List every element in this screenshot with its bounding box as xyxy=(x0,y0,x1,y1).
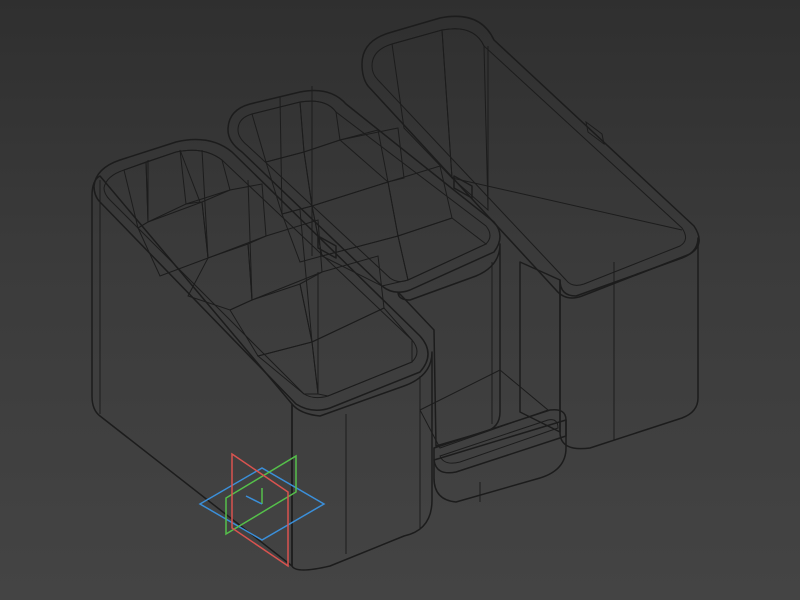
middle-cavity xyxy=(237,100,491,283)
3d-viewport[interactable] xyxy=(0,0,800,600)
axis-gizmo xyxy=(198,452,326,568)
left-organizer[interactable] xyxy=(91,138,433,571)
tray-back-wall xyxy=(419,369,549,449)
large-bin-cavity xyxy=(371,28,686,286)
model-view[interactable] xyxy=(0,0,800,600)
left-organizer-front-wall xyxy=(291,351,433,571)
front-tray[interactable] xyxy=(419,369,567,503)
xy-plane xyxy=(231,452,289,568)
middle-right-wall xyxy=(397,243,501,447)
left-organizer-rim xyxy=(93,138,429,411)
large-bin[interactable] xyxy=(361,15,700,450)
middle-organizer[interactable] xyxy=(227,86,501,447)
left-organizer-left-wall xyxy=(91,175,293,567)
middle-grid-cells xyxy=(251,86,487,287)
large-bin-right-wall xyxy=(559,237,699,450)
